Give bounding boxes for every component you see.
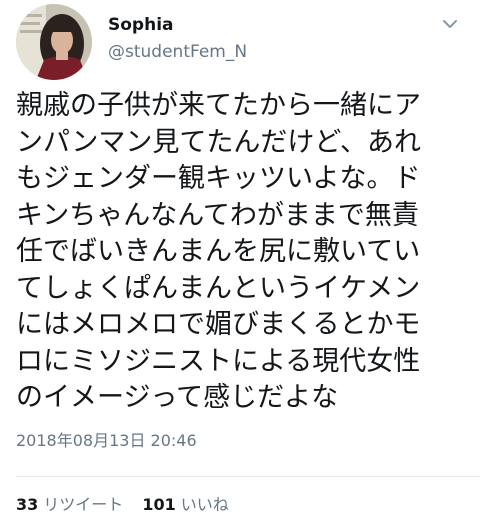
divider (16, 476, 480, 477)
tweet-header: Sophia @studentFem_N (16, 4, 464, 84)
avatar-image (16, 4, 92, 80)
tweet-timestamp[interactable]: 2018年08月13日 20:46 (16, 430, 197, 452)
tweet-card: Sophia @studentFem_N 親戚の子供が来てたから一緒にア ンパン… (0, 0, 480, 529)
avatar[interactable] (16, 4, 92, 80)
tweet-text-line: キンちゃんなんてわがままで無責 (16, 199, 419, 231)
tweet-text-line: にはメロメロで媚びまくるとかモ (16, 309, 421, 340)
tweet-text-line: 任でばいきんまんを尻に敷いてい (16, 236, 421, 267)
chevron-down-icon[interactable] (440, 14, 460, 34)
likes-stat[interactable]: 101 いいね (142, 494, 228, 516)
tweet-text-line: ンパンマン見てたんだけど、あれ (16, 126, 421, 158)
tweet-text: 親戚の子供が来てたから一緒にア ンパンマン見てたんだけど、あれ もジェンダー観キ… (16, 88, 468, 417)
likes-count: 101 (142, 495, 176, 514)
user-info[interactable]: Sophia @studentFem_N (108, 14, 247, 64)
tweet-text-line: てしょくぱんまんというイケメン (16, 272, 421, 304)
tweet-text-line: ロにミソジニストによる現代女性 (16, 345, 421, 377)
retweets-count: 33 (16, 495, 39, 514)
tweet-stats: 33 リツイート 101 いいね (16, 494, 243, 516)
retweets-stat[interactable]: 33 リツイート (16, 494, 123, 516)
likes-label: いいね (180, 495, 229, 514)
tweet-text-line: 親戚の子供が来てたから一緒にア (16, 90, 421, 121)
user-handle[interactable]: @studentFem_N (108, 40, 247, 64)
tweet-text-line: もジェンダー観キッツいよな。ド (16, 163, 421, 194)
tweet-text-line: のイメージって感じだよな (16, 382, 339, 413)
display-name[interactable]: Sophia (108, 14, 247, 36)
retweets-label: リツイート (43, 495, 124, 514)
